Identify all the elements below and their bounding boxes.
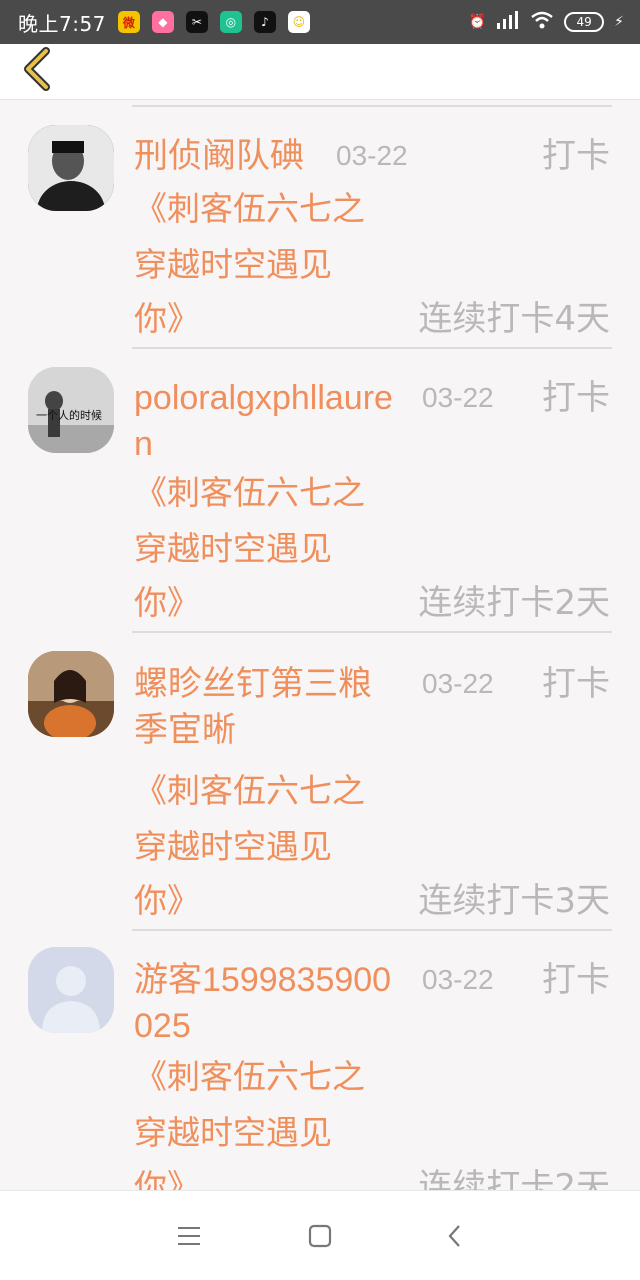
book-title-line: 《刺客伍六七之 bbox=[134, 1057, 365, 1096]
book-title-line: 你》 bbox=[134, 583, 200, 622]
signal-icon bbox=[496, 11, 520, 33]
chevron-left-icon bbox=[24, 47, 50, 91]
home-button[interactable] bbox=[305, 1221, 335, 1251]
avatar[interactable]: 一个人的时候 bbox=[28, 367, 114, 453]
status-time: 晚上7:57 bbox=[18, 11, 106, 36]
nav-back-button[interactable] bbox=[440, 1221, 470, 1251]
divider bbox=[132, 929, 612, 931]
home-square-icon bbox=[308, 1224, 332, 1248]
back-button[interactable] bbox=[12, 44, 62, 94]
header bbox=[0, 44, 640, 100]
streak-text: 连续打卡2天 bbox=[418, 583, 610, 623]
notification-icons: 微 ◆ ✂ ◎ ♪ ☺ bbox=[117, 11, 310, 33]
back-triangle-icon bbox=[448, 1225, 460, 1247]
book-title-line: 你》 bbox=[134, 299, 200, 338]
user-name[interactable]: 螺眕丝钉第三粮季宦晰 bbox=[134, 661, 404, 753]
user-name[interactable]: 游客1599835900025 bbox=[134, 957, 404, 1049]
divider bbox=[132, 631, 612, 633]
checkin-action: 打卡 bbox=[542, 960, 610, 1000]
battery-indicator: 49 bbox=[564, 12, 605, 32]
checkin-action: 打卡 bbox=[542, 136, 610, 176]
avatar[interactable] bbox=[28, 125, 114, 211]
avatar[interactable] bbox=[28, 651, 114, 737]
book-title-line: 《刺客伍六七之 bbox=[134, 473, 365, 512]
book-title-line: 穿越时空遇见 bbox=[134, 827, 332, 866]
book-title-line: 穿越时空遇见 bbox=[134, 245, 332, 284]
podcast-icon: ◎ bbox=[219, 11, 242, 33]
streak-text: 连续打卡2天 bbox=[418, 1167, 610, 1190]
menu-icon bbox=[178, 1227, 200, 1245]
alarm-icon: ⏰ bbox=[468, 14, 487, 30]
book-title-line: 穿越时空遇见 bbox=[134, 529, 332, 568]
user-name[interactable]: poloralgxphllauren bbox=[134, 375, 404, 467]
weibo-icon: 微 bbox=[117, 11, 140, 33]
status-right: ⏰ 49 ⚡ bbox=[469, 11, 624, 33]
status-bar: 晚上7:57 微 ◆ ✂ ◎ ♪ ☺ ⏰ 49 ⚡ bbox=[0, 0, 640, 44]
divider bbox=[132, 105, 612, 107]
default-avatar-icon bbox=[28, 947, 114, 1033]
checkin-action: 打卡 bbox=[542, 378, 610, 418]
svg-text:一个人的时候: 一个人的时候 bbox=[36, 408, 102, 422]
system-nav-bar bbox=[0, 1190, 640, 1280]
checkin-date: 03-22 bbox=[422, 382, 494, 413]
checkin-date: 03-22 bbox=[336, 140, 408, 171]
streak-text: 连续打卡4天 bbox=[418, 299, 610, 339]
divider bbox=[132, 347, 612, 349]
tiktok-icon: ♪ bbox=[253, 11, 276, 33]
chat-icon: ☺ bbox=[287, 11, 310, 33]
book-title-line: 你》 bbox=[134, 1167, 200, 1190]
capcut-icon: ✂ bbox=[185, 11, 208, 33]
book-title-line: 《刺客伍六七之 bbox=[134, 189, 365, 228]
book-title-line: 你》 bbox=[134, 881, 200, 920]
menu-button[interactable] bbox=[174, 1221, 204, 1251]
checkin-action: 打卡 bbox=[542, 664, 610, 704]
wifi-icon bbox=[530, 11, 554, 33]
charging-icon: ⚡ bbox=[614, 14, 624, 30]
game-icon: ◆ bbox=[151, 11, 174, 33]
streak-text: 连续打卡3天 bbox=[418, 881, 610, 921]
checkin-date: 03-22 bbox=[422, 964, 494, 995]
book-title-line: 《刺客伍六七之 bbox=[134, 771, 365, 810]
checkin-date: 03-22 bbox=[422, 668, 494, 699]
avatar[interactable] bbox=[28, 947, 114, 1033]
checkin-list[interactable]: 刑侦阚队碘 03-22 打卡 《刺客伍六七之 穿越时空遇见 你》 连续打卡4天 … bbox=[0, 101, 640, 1190]
book-title-line: 穿越时空遇见 bbox=[134, 1113, 332, 1152]
